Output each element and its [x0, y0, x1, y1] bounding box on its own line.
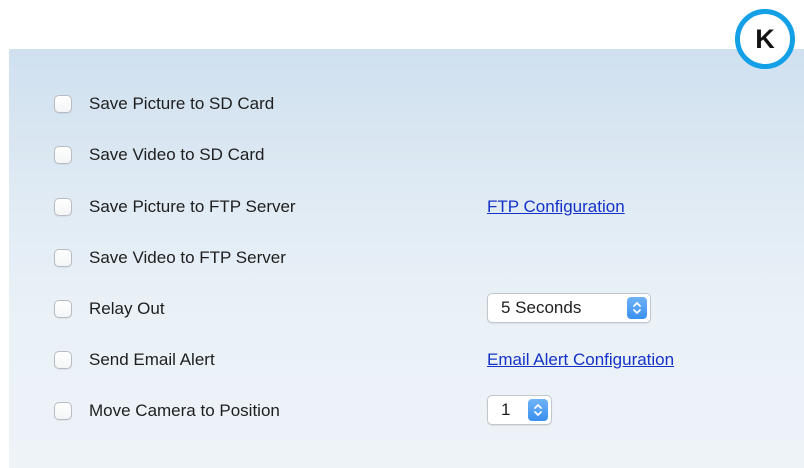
save-video-sd-checkbox[interactable]	[54, 146, 72, 164]
option-save-video-ftp: Save Video to FTP Server	[54, 246, 286, 270]
camera-position-value: 1	[501, 400, 511, 419]
option-save-picture-sd: Save Picture to SD Card	[54, 92, 274, 116]
alarm-action-screen: K Save Picture to SD Card Save Video to …	[0, 0, 804, 468]
option-move-camera: Move Camera to Position	[54, 399, 280, 423]
option-relay-out: Relay Out	[54, 297, 165, 321]
save-picture-sd-checkbox[interactable]	[54, 95, 72, 113]
save-video-sd-label: Save Video to SD Card	[89, 145, 265, 164]
email-alert-configuration-link[interactable]: Email Alert Configuration	[487, 350, 674, 370]
save-video-ftp-checkbox[interactable]	[54, 249, 72, 267]
relay-out-checkbox[interactable]	[54, 300, 72, 318]
option-send-email-alert: Send Email Alert	[54, 348, 215, 372]
ftp-configuration-link[interactable]: FTP Configuration	[487, 197, 625, 217]
camera-position-select[interactable]: 1	[487, 395, 552, 425]
select-arrows-icon	[528, 399, 548, 421]
save-picture-ftp-label: Save Picture to FTP Server	[89, 197, 296, 216]
save-picture-sd-label: Save Picture to SD Card	[89, 94, 275, 113]
step-badge: K	[735, 9, 795, 69]
send-email-alert-label: Send Email Alert	[89, 350, 215, 369]
move-camera-label: Move Camera to Position	[89, 401, 280, 420]
step-badge-letter: K	[755, 23, 775, 54]
relay-duration-select[interactable]: 5 Seconds	[487, 293, 651, 323]
option-save-picture-ftp: Save Picture to FTP Server	[54, 195, 296, 219]
move-camera-checkbox[interactable]	[54, 402, 72, 420]
select-arrows-icon	[627, 297, 647, 319]
relay-out-label: Relay Out	[89, 299, 165, 318]
save-picture-ftp-checkbox[interactable]	[54, 198, 72, 216]
option-save-video-sd: Save Video to SD Card	[54, 143, 264, 167]
send-email-alert-checkbox[interactable]	[54, 351, 72, 369]
relay-duration-value: 5 Seconds	[501, 298, 582, 317]
save-video-ftp-label: Save Video to FTP Server	[89, 248, 286, 267]
